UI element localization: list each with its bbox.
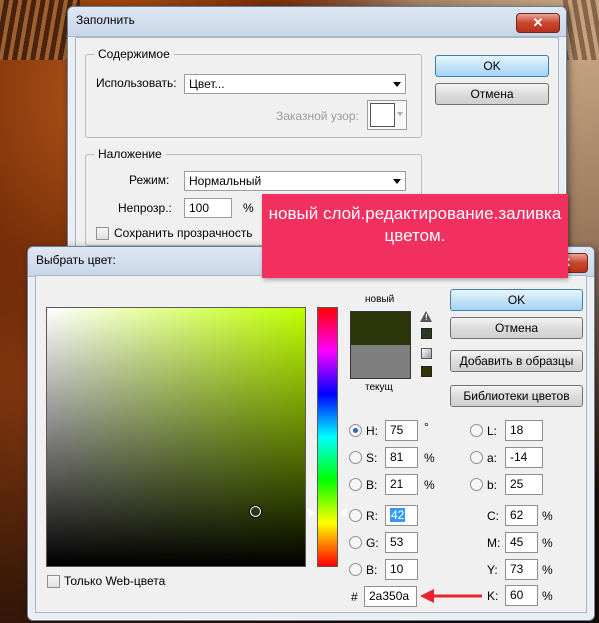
lightness-label: L: xyxy=(487,424,498,438)
blue-input[interactable]: 10 xyxy=(385,559,418,580)
hue-input[interactable]: 75 xyxy=(385,420,418,441)
gamut-warning-icon[interactable]: ! xyxy=(420,311,432,322)
mode-value: Нормальный xyxy=(189,174,262,188)
hex-label: # xyxy=(351,590,358,604)
preserve-transparency-checkbox[interactable] xyxy=(96,227,109,240)
saturation-unit: % xyxy=(424,451,435,465)
brightness-unit: % xyxy=(424,478,435,492)
a-channel-radio[interactable] xyxy=(470,451,483,464)
yellow-input[interactable]: 73 xyxy=(505,559,538,580)
chevron-down-icon xyxy=(393,179,401,184)
lightness-radio[interactable] xyxy=(470,424,483,437)
add-to-swatches-button[interactable]: Добавить в образцы xyxy=(450,350,583,372)
blending-legend: Наложение xyxy=(94,147,166,161)
hue-label: H: xyxy=(366,424,378,438)
hex-input[interactable]: 2a350a xyxy=(364,586,417,607)
opacity-unit: % xyxy=(243,201,254,215)
brightness-radio[interactable] xyxy=(349,478,362,491)
ok-button[interactable]: OK xyxy=(450,289,583,311)
contents-legend: Содержимое xyxy=(94,47,174,61)
hue-unit: ° xyxy=(424,420,429,434)
red-radio[interactable] xyxy=(349,509,362,522)
a-channel-input[interactable]: -14 xyxy=(505,447,543,468)
cyan-unit: % xyxy=(542,509,553,523)
cancel-button[interactable]: Отмена xyxy=(450,317,583,339)
gamut-color-swatch[interactable] xyxy=(421,328,432,339)
ok-button[interactable]: OK xyxy=(435,55,549,77)
color-field[interactable] xyxy=(46,307,306,567)
b-channel-label: b: xyxy=(487,478,498,492)
black-unit: % xyxy=(542,589,553,603)
web-safe-cube-icon[interactable] xyxy=(421,348,432,359)
contents-group: Содержимое Использовать: Цвет... Заказно… xyxy=(85,47,422,138)
red-input[interactable]: 42 xyxy=(385,505,418,526)
use-select[interactable]: Цвет... xyxy=(184,74,406,94)
b-channel-input[interactable]: 25 xyxy=(505,474,543,495)
saturation-input[interactable]: 81 xyxy=(385,447,418,468)
web-colors-only-label: Только Web-цвета xyxy=(64,574,166,588)
fill-dialog-title: Заполнить xyxy=(68,7,566,37)
green-label: G: xyxy=(366,536,379,550)
cyan-label: C: xyxy=(487,509,499,523)
brightness-label: B: xyxy=(366,478,378,492)
hue-slider-handle-left[interactable] xyxy=(308,507,315,518)
opacity-input[interactable]: 100 xyxy=(184,198,232,218)
hue-radio[interactable] xyxy=(349,424,362,437)
saturation-label: S: xyxy=(366,451,378,465)
black-label: K: xyxy=(487,589,499,603)
magenta-unit: % xyxy=(542,536,553,550)
yellow-unit: % xyxy=(542,563,553,577)
use-label: Использовать: xyxy=(96,76,177,90)
black-input[interactable]: 60 xyxy=(505,585,538,606)
red-value: 42 xyxy=(390,508,406,522)
new-color-swatch xyxy=(350,311,411,345)
yellow-label: Y: xyxy=(487,563,498,577)
current-color-label: текущ xyxy=(365,382,393,393)
green-radio[interactable] xyxy=(349,536,362,549)
preserve-transparency-label: Сохранить прозрачность xyxy=(114,226,253,240)
mode-label: Режим: xyxy=(129,173,170,187)
blue-radio[interactable] xyxy=(349,563,362,576)
b-channel-radio[interactable] xyxy=(470,478,483,491)
annotation-arrow xyxy=(420,589,482,603)
current-color-swatch[interactable] xyxy=(350,345,411,379)
magenta-label: M: xyxy=(487,536,501,550)
red-label: R: xyxy=(366,509,378,523)
hue-slider-handle-right[interactable] xyxy=(340,507,347,518)
new-color-label: новый xyxy=(365,294,395,305)
web-colors-only-checkbox[interactable] xyxy=(47,575,60,588)
color-field-cursor[interactable] xyxy=(249,505,261,517)
lightness-input[interactable]: 18 xyxy=(505,420,543,441)
cyan-input[interactable]: 62 xyxy=(505,505,538,526)
saturation-radio[interactable] xyxy=(349,451,362,464)
color-picker-body: Только Web-цвета новый текущ ! OK Отмена… xyxy=(35,275,587,613)
web-safe-color-swatch[interactable] xyxy=(421,366,432,377)
opacity-label: Непрозр.: xyxy=(118,201,172,215)
chevron-down-icon xyxy=(393,82,401,87)
close-button[interactable]: ✕ xyxy=(516,13,560,33)
use-value: Цвет... xyxy=(189,77,225,91)
mode-select[interactable]: Нормальный xyxy=(184,171,406,191)
a-channel-label: a: xyxy=(487,451,498,465)
green-input[interactable]: 53 xyxy=(385,532,418,553)
annotation-callout: новый слой.редактирование.заливка цветом… xyxy=(262,194,568,278)
blue-label: B: xyxy=(366,563,378,577)
color-libraries-button[interactable]: Библиотеки цветов xyxy=(450,385,583,407)
hue-slider[interactable] xyxy=(317,307,338,567)
brightness-input[interactable]: 21 xyxy=(385,474,418,495)
pattern-label: Заказной узор: xyxy=(276,109,359,123)
color-picker-dialog: Выбрать цвет: ✕ Только Web-цвета новый т… xyxy=(27,246,595,621)
cancel-button[interactable]: Отмена xyxy=(435,83,549,105)
pattern-picker[interactable] xyxy=(367,100,407,130)
magenta-input[interactable]: 45 xyxy=(505,532,538,553)
